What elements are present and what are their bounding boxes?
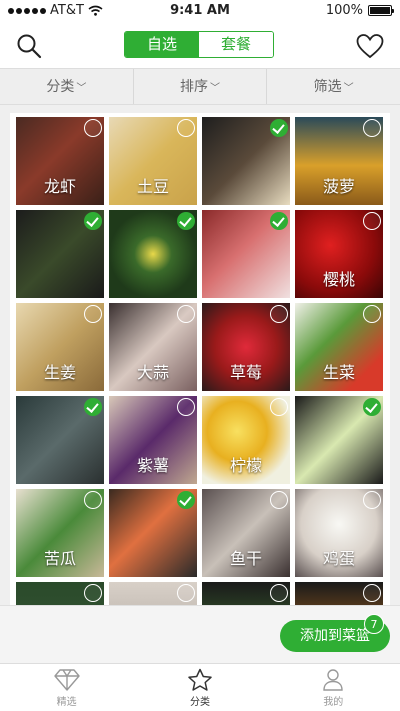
ingredient-tile[interactable] [16,396,104,484]
ingredient-label: 苦瓜 [43,549,76,568]
star-icon [188,668,212,691]
ingredient-tile[interactable]: 樱桃 [295,210,383,298]
battery-percent: 100% [325,3,363,18]
unchecked-icon[interactable] [363,491,381,509]
chevron-down-icon: ﹀ [343,83,354,94]
unchecked-icon[interactable] [84,305,102,323]
unchecked-icon[interactable] [84,584,102,602]
ingredient-label: 龙虾 [43,177,76,196]
checked-icon[interactable] [84,398,102,416]
tab-mine-label: 我的 [323,697,344,708]
tab-featured[interactable]: 精选 [0,664,133,711]
unchecked-icon[interactable] [84,491,102,509]
filter-filter-label: 筛选 [313,79,342,95]
unchecked-icon[interactable] [177,584,195,602]
add-to-basket-button[interactable]: 添加到菜篮 7 [280,614,390,652]
action-area: 添加到菜篮 7 [0,605,400,663]
filter-sort-label: 排序 [180,79,208,95]
ingredient-tile[interactable] [109,582,197,605]
tab-category[interactable]: 分类 [133,664,266,711]
filter-bar: 分类 ﹀ 排序 ﹀ 筛选 ﹀ [0,68,400,105]
ingredient-label: 生姜 [43,363,76,382]
tab-featured-label: 精选 [56,697,77,708]
ingredient-tile[interactable]: 大蒜 [109,303,197,391]
unchecked-icon[interactable] [270,491,288,509]
unchecked-icon[interactable] [177,398,195,416]
ingredient-tile[interactable]: 鱼干 [202,489,290,577]
unchecked-icon[interactable] [84,119,102,137]
unchecked-icon[interactable] [177,119,195,137]
unchecked-icon[interactable] [363,212,381,230]
tab-mine[interactable]: 我的 [267,664,400,711]
ingredient-tile[interactable]: 生姜 [16,303,104,391]
ingredient-grid: 龙虾 土豆 菠萝樱桃生姜 大蒜 草莓 生菜紫薯 柠檬苦瓜 鱼干 鸡蛋 [10,113,390,605]
filter-filter[interactable]: 筛选 ﹀ [267,69,400,104]
ingredient-label: 柠檬 [229,456,262,475]
search-icon[interactable] [16,33,42,59]
segment-custom[interactable]: 自选 [125,32,199,57]
ingredient-label: 鸡蛋 [322,549,355,568]
segment-package[interactable]: 套餐 [199,32,273,57]
heart-icon[interactable] [356,33,384,59]
ingredient-tile[interactable]: 柠檬 [202,396,290,484]
battery-icon [368,5,394,16]
checked-icon[interactable] [177,491,195,509]
checked-icon[interactable] [177,212,195,230]
ingredient-label: 紫薯 [136,456,169,475]
ingredient-tile[interactable] [202,210,290,298]
diamond-icon [53,669,80,691]
basket-count-badge: 7 [364,614,384,634]
filter-category[interactable]: 分类 ﹀ [0,69,134,104]
ingredient-label: 土豆 [136,177,169,196]
ingredient-tile[interactable] [16,582,104,605]
filter-category-label: 分类 [46,79,75,95]
ingredient-tile[interactable] [16,210,104,298]
ingredient-tile[interactable]: 草莓 [202,303,290,391]
unchecked-icon[interactable] [270,398,288,416]
checked-icon[interactable] [270,212,288,230]
nav-bar: 自选 套餐 [0,22,400,68]
grid-area: 龙虾 土豆 菠萝樱桃生姜 大蒜 草莓 生菜紫薯 柠檬苦瓜 鱼干 鸡蛋 [0,105,400,605]
chevron-down-icon: ﹀ [210,83,220,94]
ingredient-tile[interactable] [202,582,290,605]
unchecked-icon[interactable] [363,119,381,137]
unchecked-icon[interactable] [363,584,381,602]
ingredient-tile[interactable]: 龙虾 [16,117,104,205]
ingredient-tile[interactable]: 菠萝 [295,117,383,205]
add-to-basket-label: 添加到菜篮 [300,628,370,644]
ingredient-tile[interactable] [295,396,383,484]
ingredient-tile[interactable]: 鸡蛋 [295,489,383,577]
ingredient-label: 草莓 [229,363,262,382]
ingredient-tile[interactable]: 生菜 [295,303,383,391]
ingredient-tile[interactable]: 土豆 [109,117,197,205]
filter-sort[interactable]: 排序 ﹀ [134,69,268,104]
unchecked-icon[interactable] [177,305,195,323]
status-right: 100% [325,3,394,18]
ingredient-tile[interactable] [295,582,383,605]
ingredient-label: 樱桃 [322,270,355,289]
unchecked-icon[interactable] [270,584,288,602]
segmented-control: 自选 套餐 [124,31,274,58]
tab-bar: 精选 分类 我的 [0,663,400,711]
ingredient-label: 大蒜 [136,363,169,382]
chevron-down-icon: ﹀ [76,83,87,94]
user-icon [323,669,344,691]
checked-icon[interactable] [363,398,381,416]
status-bar: AT&T 9:41 AM 100% [0,0,400,22]
checked-icon[interactable] [84,212,102,230]
tab-category-label: 分类 [189,697,210,708]
ingredient-tile[interactable] [202,117,290,205]
unchecked-icon[interactable] [363,305,381,323]
ingredient-tile[interactable]: 紫薯 [109,396,197,484]
ingredient-tile[interactable] [109,210,197,298]
ingredient-label: 鱼干 [229,549,262,568]
ingredient-tile[interactable]: 苦瓜 [16,489,104,577]
ingredient-tile[interactable] [109,489,197,577]
unchecked-icon[interactable] [270,305,288,323]
ingredient-label: 菠萝 [322,177,355,196]
checked-icon[interactable] [270,119,288,137]
ingredient-label: 生菜 [322,363,355,382]
